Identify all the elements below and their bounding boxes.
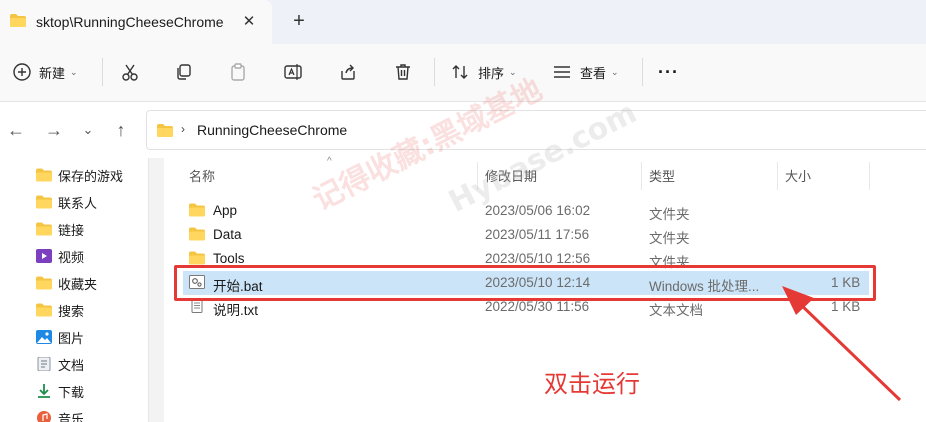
sidebar-item-videos[interactable]: 视频	[36, 245, 84, 267]
share-button[interactable]	[338, 58, 358, 86]
column-divider[interactable]	[777, 162, 778, 190]
toolbar-divider	[434, 58, 435, 86]
sidebar-item-searches[interactable]: 搜索	[36, 299, 84, 321]
sidebar-item-music[interactable]: 音乐	[36, 407, 84, 422]
file-modified: 2022/05/30 11:56	[485, 299, 590, 314]
file-type: 文件夹	[649, 207, 690, 222]
sidebar-item-label: 保存的游戏	[58, 168, 124, 184]
file-name: Tools	[213, 251, 245, 266]
back-arrow-icon[interactable]: ←	[6, 120, 26, 140]
paste-button[interactable]	[228, 58, 248, 86]
navigation-pane: 保存的游戏 联系人 链接 视频 收藏夹 搜索 图片 文档 下载 音乐	[0, 158, 148, 422]
forward-arrow-icon[interactable]: →	[44, 120, 64, 140]
copy-icon	[177, 64, 191, 80]
file-name: App	[213, 203, 238, 218]
file-row-app[interactable]: App 2023/05/06 16:02 文件夹	[183, 199, 869, 223]
sidebar-item-label: 收藏夹	[58, 276, 98, 292]
up-arrow-icon[interactable]: ↑	[111, 120, 131, 140]
file-type: 文件夹	[649, 231, 690, 246]
chevron-right-icon[interactable]: ›	[181, 122, 185, 136]
tab-strip: sktop\RunningCheeseChrome ✕ +	[0, 0, 926, 44]
download-icon	[38, 384, 50, 398]
close-icon[interactable]: ✕	[242, 12, 256, 30]
new-tab-icon[interactable]: +	[290, 10, 308, 33]
file-modified: 2023/05/10 12:56	[485, 251, 591, 266]
share-icon	[341, 64, 355, 80]
sidebar-item-favorites[interactable]: 收藏夹	[36, 272, 97, 294]
sidebar-item-contacts[interactable]: 联系人	[36, 191, 97, 213]
more-options-icon[interactable]: ···	[658, 58, 679, 86]
column-divider[interactable]	[869, 162, 870, 190]
sidebar-item-links[interactable]: 链接	[36, 218, 84, 240]
rename-icon	[284, 64, 302, 80]
folder-icon	[189, 203, 205, 217]
folder-icon	[10, 14, 26, 27]
file-modified: 2023/05/06 16:02	[485, 203, 591, 218]
folder-icon	[189, 251, 205, 265]
folder-icon	[36, 222, 52, 236]
tab-title: sktop\RunningCheeseChrome	[36, 14, 224, 30]
command-bar: 新建 ⌄ 排序 ⌄ 查看 ⌄ ···	[0, 44, 926, 102]
folder-icon	[36, 276, 52, 290]
sidebar-item-label: 图片	[58, 330, 85, 346]
file-row-data[interactable]: Data 2023/05/11 17:56 文件夹	[183, 223, 869, 247]
music-icon	[37, 411, 51, 422]
column-header-size[interactable]: 大小	[785, 158, 811, 192]
sidebar-item-label: 联系人	[58, 195, 98, 211]
breadcrumb[interactable]: RunningCheeseChrome	[197, 122, 347, 138]
file-type: 文本文档	[649, 303, 703, 318]
trash-icon	[396, 64, 410, 80]
column-divider[interactable]	[641, 162, 642, 190]
sidebar-item-label: 音乐	[58, 411, 85, 422]
new-label: 新建	[39, 65, 66, 81]
file-name: Data	[213, 227, 242, 242]
sidebar-item-saved-games[interactable]: 保存的游戏	[36, 164, 123, 186]
document-icon	[37, 357, 51, 371]
column-header-name[interactable]: 名称	[189, 158, 215, 192]
rename-button[interactable]	[283, 58, 303, 86]
new-button[interactable]: 新建 ⌄	[12, 58, 78, 86]
view-button[interactable]: 查看 ⌄	[552, 58, 619, 86]
clipboard-icon	[231, 63, 245, 81]
plus-circle-icon	[13, 63, 31, 81]
picture-icon	[36, 330, 52, 344]
sort-icon	[452, 65, 468, 79]
tab-runningcheesechrome[interactable]: sktop\RunningCheeseChrome ✕	[0, 0, 272, 44]
sidebar-item-label: 文档	[58, 357, 85, 373]
folder-icon	[36, 168, 52, 182]
video-icon	[36, 249, 52, 263]
sidebar-item-downloads[interactable]: 下载	[36, 380, 84, 402]
sidebar-item-label: 视频	[58, 249, 85, 265]
column-header-type[interactable]: 类型	[649, 158, 675, 192]
toolbar-divider	[642, 58, 643, 86]
sidebar-item-documents[interactable]: 文档	[36, 353, 84, 375]
sidebar-item-pictures[interactable]: 图片	[36, 326, 84, 348]
cut-button[interactable]	[120, 58, 140, 86]
toolbar-divider	[102, 58, 103, 86]
view-icon	[554, 66, 570, 78]
sidebar-item-label: 链接	[58, 222, 85, 238]
sidebar-item-label: 搜索	[58, 303, 85, 319]
text-file-icon	[191, 299, 203, 313]
chevron-down-icon: ⌄	[70, 66, 78, 77]
chevron-down-icon: ⌄	[611, 66, 619, 77]
annotation-label: 双击运行	[544, 370, 640, 398]
copy-button[interactable]	[174, 58, 194, 86]
scissors-icon	[122, 64, 138, 81]
file-name: 说明.txt	[213, 303, 259, 318]
annotation-arrow-icon	[782, 286, 902, 402]
folder-icon	[36, 303, 52, 317]
folder-icon	[36, 195, 52, 209]
sidebar-item-label: 下载	[58, 384, 85, 400]
folder-icon	[189, 227, 205, 241]
file-modified: 2023/05/11 17:56	[485, 227, 590, 242]
recent-chevron-icon[interactable]: ⌄	[78, 120, 98, 140]
view-label: 查看	[580, 65, 607, 81]
delete-button[interactable]	[393, 58, 413, 86]
folder-icon	[157, 124, 173, 137]
pane-splitter[interactable]	[148, 158, 164, 422]
